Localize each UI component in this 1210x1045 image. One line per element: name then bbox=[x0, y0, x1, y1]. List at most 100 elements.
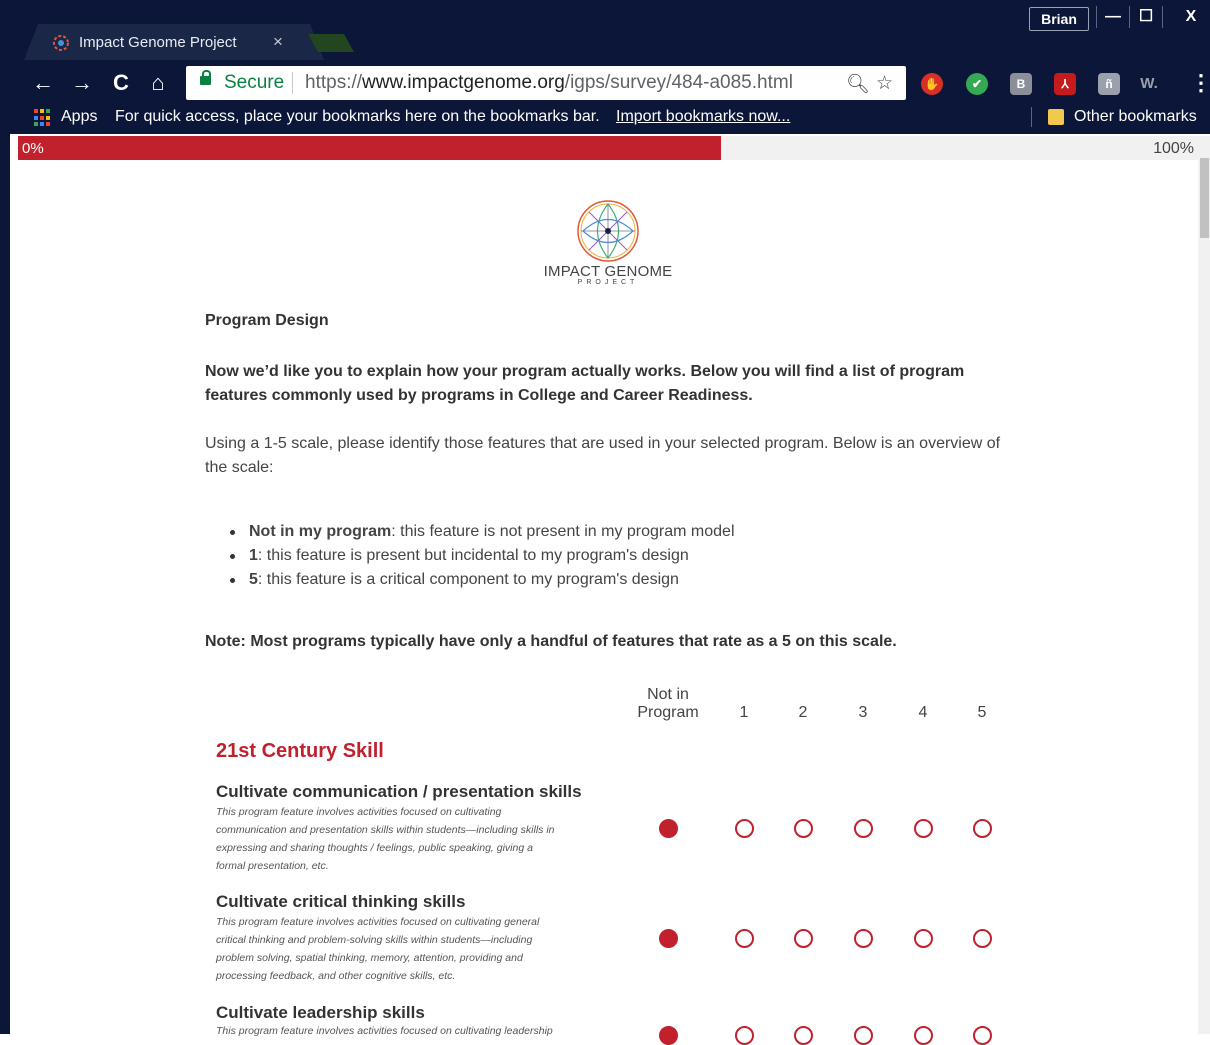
scale-description: : this feature is a critical component t… bbox=[257, 571, 679, 588]
radio-not-in-program[interactable] bbox=[659, 819, 678, 838]
feature-description-line: processing feedback, and other cognitive… bbox=[216, 970, 456, 982]
feature-description: This program feature involves activities… bbox=[216, 803, 608, 875]
bookmark-star-icon[interactable]: ☆ bbox=[876, 72, 893, 95]
pdf-icon[interactable]: ⅄ bbox=[1054, 73, 1076, 95]
bookmarks-divider bbox=[1031, 107, 1032, 127]
adblock-icon[interactable]: ✋ bbox=[921, 73, 943, 95]
import-bookmarks-link[interactable]: Import bookmarks now... bbox=[616, 108, 790, 126]
page-scrollbar[interactable] bbox=[1198, 160, 1210, 1034]
w-icon[interactable]: W. bbox=[1138, 73, 1160, 95]
browser-menu-icon[interactable]: ⋮ bbox=[1190, 70, 1210, 96]
window-controls-divider bbox=[1162, 6, 1163, 28]
survey-lead-text: Now we’d like you to explain how your pr… bbox=[205, 363, 965, 404]
radio-rating-2[interactable] bbox=[794, 929, 813, 948]
window-controls-divider bbox=[1096, 6, 1097, 28]
feature-title: Cultivate communication / presentation s… bbox=[216, 782, 582, 801]
feature-description-line: critical thinking and problem-solving sk… bbox=[216, 934, 533, 946]
other-bookmarks-button[interactable]: Other bookmarks bbox=[1074, 108, 1197, 126]
impact-genome-logo bbox=[577, 200, 639, 262]
radio-rating-3[interactable] bbox=[854, 1026, 873, 1045]
column-header-line: Program bbox=[637, 704, 699, 721]
column-header-5: 5 bbox=[977, 704, 987, 721]
feature-title: Cultivate critical thinking skills bbox=[216, 892, 466, 911]
scale-term: 1 bbox=[249, 547, 258, 564]
radio-rating-2[interactable] bbox=[794, 819, 813, 838]
lock-icon[interactable] bbox=[200, 70, 211, 85]
feature-description-line: expressing and sharing thoughts / feelin… bbox=[216, 842, 533, 854]
logo-subtitle: PROJECT bbox=[577, 279, 639, 286]
feature-title: Cultivate leadership skills bbox=[216, 1003, 425, 1022]
feature-description: This program feature involves activities… bbox=[216, 913, 608, 985]
logo-title: IMPACT GENOME bbox=[543, 263, 673, 280]
column-header-3: 3 bbox=[858, 704, 868, 721]
home-icon[interactable]: ⌂ bbox=[145, 70, 171, 96]
list-item: 1: this feature is present but incidenta… bbox=[230, 544, 735, 568]
column-header-not-in-program: Not in Program bbox=[618, 686, 718, 722]
folder-icon bbox=[1048, 109, 1064, 125]
check-icon[interactable]: ✔ bbox=[966, 73, 988, 95]
column-header-2: 2 bbox=[798, 704, 808, 721]
close-window-button[interactable]: X bbox=[1176, 4, 1206, 30]
reload-icon[interactable]: C bbox=[108, 70, 134, 96]
profile-button[interactable]: Brian bbox=[1029, 7, 1089, 31]
zoom-search-icon[interactable]: 🔍︎ bbox=[846, 72, 870, 96]
apps-shortcut[interactable]: Apps bbox=[61, 108, 97, 126]
radio-rating-1[interactable] bbox=[735, 819, 754, 838]
radio-rating-1[interactable] bbox=[735, 1026, 754, 1045]
radio-rating-4[interactable] bbox=[914, 819, 933, 838]
scale-note: Note: Most programs typically have only … bbox=[205, 633, 897, 650]
survey-intro-text: Using a 1-5 scale, please identify those… bbox=[205, 435, 1001, 476]
tab-title: Impact Genome Project bbox=[79, 34, 237, 51]
feature-description-line: This program feature involves activities… bbox=[216, 916, 540, 928]
secure-label[interactable]: Secure bbox=[224, 72, 284, 94]
feature-description: This program feature involves activities… bbox=[216, 1022, 608, 1040]
radio-rating-1[interactable] bbox=[735, 929, 754, 948]
list-item: Not in my program: this feature is not p… bbox=[230, 520, 735, 544]
scale-description: : this feature is not present in my prog… bbox=[391, 523, 735, 540]
minimize-button[interactable]: — bbox=[1098, 4, 1128, 30]
apps-grid-icon[interactable] bbox=[34, 109, 52, 127]
url-path: /igps/survey/484-a085.html bbox=[564, 72, 793, 93]
progress-start-label: 0% bbox=[22, 140, 44, 157]
radio-rating-3[interactable] bbox=[854, 819, 873, 838]
radio-rating-5[interactable] bbox=[973, 1026, 992, 1045]
radio-not-in-program[interactable] bbox=[659, 929, 678, 948]
radio-rating-3[interactable] bbox=[854, 929, 873, 948]
radio-rating-5[interactable] bbox=[973, 819, 992, 838]
feature-description-line: problem solving, spatial thinking, memor… bbox=[216, 952, 523, 964]
address-divider bbox=[292, 72, 293, 94]
extension-icon[interactable]: ñ bbox=[1098, 73, 1120, 95]
forward-icon[interactable]: → bbox=[69, 70, 95, 96]
reader-icon[interactable]: B bbox=[1010, 73, 1032, 95]
scale-description: : this feature is present but incidental… bbox=[257, 547, 689, 564]
category-heading: 21st Century Skill bbox=[216, 740, 384, 762]
radio-rating-4[interactable] bbox=[914, 929, 933, 948]
bookmarks-hint: For quick access, place your bookmarks h… bbox=[115, 108, 600, 125]
window-edge bbox=[0, 0, 10, 1034]
tab-close-icon[interactable]: × bbox=[273, 32, 283, 52]
scrollbar-thumb[interactable] bbox=[1200, 158, 1209, 238]
survey-progress-bar bbox=[18, 136, 1210, 160]
feature-description-line: communication and presentation skills wi… bbox=[216, 824, 555, 836]
progress-end-label: 100% bbox=[1153, 140, 1194, 157]
back-icon[interactable]: ← bbox=[30, 70, 56, 96]
radio-rating-5[interactable] bbox=[973, 929, 992, 948]
section-title: Program Design bbox=[205, 312, 329, 329]
url-scheme: https:// bbox=[305, 72, 363, 93]
radio-rating-2[interactable] bbox=[794, 1026, 813, 1045]
column-header-4: 4 bbox=[918, 704, 928, 721]
radio-rating-4[interactable] bbox=[914, 1026, 933, 1045]
feature-description-line: This program feature involves activities… bbox=[216, 806, 502, 818]
column-header-line: Not in bbox=[647, 686, 689, 703]
column-header-1: 1 bbox=[739, 704, 749, 721]
list-item: 5: this feature is a critical component … bbox=[230, 568, 735, 592]
impact-genome-favicon-icon bbox=[53, 35, 69, 51]
radio-not-in-program[interactable] bbox=[659, 1026, 678, 1045]
scale-term: 5 bbox=[249, 571, 258, 588]
scale-legend-list: Not in my program: this feature is not p… bbox=[230, 520, 735, 592]
feature-description-line: formal presentation, etc. bbox=[216, 860, 329, 872]
feature-description-line: This program feature involves activities… bbox=[216, 1025, 553, 1037]
url-text[interactable]: https://www.impactgenome.org/igps/survey… bbox=[305, 72, 793, 94]
maximize-button[interactable]: ☐ bbox=[1131, 4, 1161, 30]
url-host: www.impactgenome.org bbox=[362, 72, 565, 93]
